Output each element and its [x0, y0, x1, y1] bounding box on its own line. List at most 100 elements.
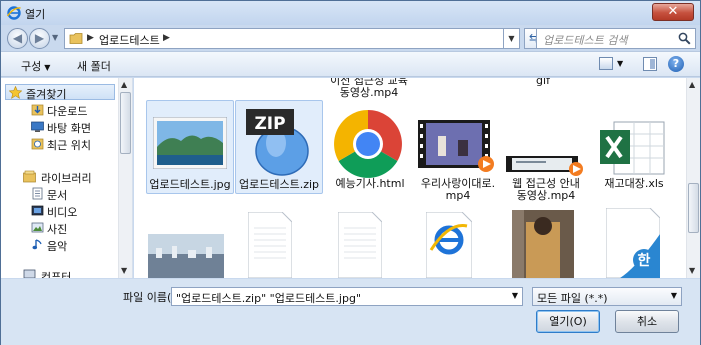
file-tile-xls[interactable]: 재고대장.xls — [590, 100, 678, 194]
chevron-down-icon: ▼ — [670, 291, 677, 300]
scrollbar-thumb[interactable] — [120, 92, 131, 154]
help-button[interactable]: ? — [668, 56, 684, 72]
sidebar-item-favorites[interactable]: 즐겨찾기 — [5, 84, 115, 101]
file-tile-html[interactable]: 예능기사.html — [326, 100, 414, 194]
file-list-view: 이전 접근성 교육 동영상.mp4 gif 업로드테스트.jpg ZIP 업로드… — [134, 78, 686, 278]
hangul-document-icon[interactable]: 한 — [606, 208, 660, 278]
svg-text:ZIP: ZIP — [254, 114, 285, 134]
file-label-partial[interactable]: gif — [498, 78, 588, 87]
star-icon — [9, 86, 22, 99]
music-note-icon — [32, 239, 42, 250]
scrollbar-thumb[interactable] — [688, 183, 699, 233]
desktop-icon — [31, 121, 44, 132]
sidebar-item-recent-places[interactable]: 최근 위치 — [1, 136, 121, 152]
view-options-dropdown[interactable]: ▼ — [617, 59, 623, 68]
documents-icon — [32, 187, 43, 200]
file-label-partial[interactable]: 이전 접근성 교육 동영상.mp4 — [314, 78, 424, 99]
filename-history-dropdown[interactable]: ▼ — [507, 287, 523, 306]
sidebar-item-music[interactable]: 음악 — [1, 237, 121, 253]
file-name: 업로드테스트.jpg — [149, 178, 231, 191]
chevron-right-icon[interactable]: ▶ — [163, 33, 170, 43]
libraries-icon — [23, 170, 36, 183]
file-tile-mp4[interactable]: 웹 접근성 안내 동영상.mp4 — [502, 100, 590, 202]
file-type-filter[interactable]: 모든 파일 (*.*) ▼ — [532, 287, 682, 306]
file-tile-jpg[interactable]: 업로드테스트.jpg — [146, 100, 234, 194]
sidebar-item-label: 라이브러리 — [41, 172, 92, 185]
cancel-button[interactable]: 취소 — [615, 310, 679, 333]
chevron-right-icon[interactable]: ▶ — [87, 33, 94, 43]
file-list-scrollbar[interactable]: ▲ ▼ — [686, 78, 700, 278]
sidebar-item-label: 문서 — [47, 189, 68, 202]
open-button[interactable]: 열기(O) — [536, 310, 600, 333]
address-bar[interactable]: ▶ 업로드테스트 ▶ — [64, 28, 504, 49]
photo-thumbnail-icon[interactable] — [512, 210, 574, 278]
video-thumbnail-icon — [506, 156, 583, 176]
scroll-up-arrow-icon[interactable]: ▲ — [689, 80, 695, 89]
sidebar-item-computer[interactable]: 컴퓨터 — [1, 268, 121, 278]
document-icon[interactable] — [338, 212, 382, 278]
file-name: 예능기사.html — [335, 177, 405, 190]
image-thumbnail-icon — [153, 117, 227, 169]
videos-icon — [31, 205, 44, 216]
zip-archive-icon: ZIP — [246, 109, 309, 176]
forward-button[interactable]: ▶ — [29, 28, 50, 49]
sidebar-item-label: 최근 위치 — [47, 139, 91, 152]
sidebar-item-label: 즐겨찾기 — [26, 88, 67, 101]
navigation-pane: 즐겨찾기 다운로드 바탕 화면 최근 위치 라이브러리 문서 비디오 사진 음악… — [1, 78, 133, 278]
file-name: 웹 접근성 안내 동영상.mp4 — [512, 177, 580, 202]
computer-icon — [23, 269, 36, 278]
sidebar-item-label: 컴퓨터 — [41, 271, 72, 278]
address-dropdown[interactable]: ▼ — [504, 28, 520, 49]
chrome-browser-icon — [334, 110, 402, 178]
search-box[interactable]: 업로드테스트 검색 — [536, 28, 696, 49]
address-row: ◀ ▶ ▼ ▶ 업로드테스트 ▶ ▼ ⇆ 업로드테스트 검색 — [1, 25, 700, 51]
scroll-up-arrow-icon[interactable]: ▲ — [121, 80, 127, 89]
change-view-button[interactable] — [599, 57, 613, 70]
recent-places-icon — [31, 138, 44, 150]
filename-input[interactable]: "업로드테스트.zip" "업로드테스트.jpg" — [171, 287, 523, 306]
sidebar-item-pictures[interactable]: 사진 — [1, 220, 121, 236]
pictures-icon — [31, 222, 44, 233]
sidebar-item-label: 비디오 — [47, 206, 78, 219]
video-thumbnail-icon — [418, 120, 494, 172]
image-thumbnail-icon[interactable] — [148, 234, 224, 278]
excel-spreadsheet-icon — [600, 121, 665, 175]
document-icon[interactable] — [248, 212, 292, 278]
sidebar-item-documents[interactable]: 문서 — [1, 186, 121, 202]
folder-icon — [69, 33, 83, 44]
organize-button[interactable]: 구성 ▼ — [21, 58, 50, 74]
close-button[interactable]: ✕ — [652, 3, 694, 21]
preview-pane-button[interactable] — [643, 57, 657, 71]
scroll-down-arrow-icon[interactable]: ▼ — [689, 266, 695, 275]
open-file-dialog: 열기 ✕ ◀ ▶ ▼ ▶ 업로드테스트 ▶ ▼ ⇆ 업로드테스트 검색 구성 ▼ … — [0, 0, 701, 345]
svg-text:한: 한 — [638, 253, 651, 269]
downloads-folder-icon — [31, 104, 44, 116]
file-name: 우리사랑이대로. mp4 — [420, 177, 496, 202]
sidebar-item-label: 사진 — [47, 223, 68, 236]
search-input[interactable]: 업로드테스트 검색 — [543, 32, 627, 48]
sidebar-item-downloads[interactable]: 다운로드 — [1, 102, 121, 118]
ie-document-icon[interactable] — [426, 212, 472, 278]
sidebar-item-label: 다운로드 — [47, 105, 88, 118]
sidebar-item-videos[interactable]: 비디오 — [1, 203, 121, 219]
navigation-scrollbar[interactable]: ▲ ▼ — [118, 78, 132, 278]
file-name: 업로드테스트.zip — [238, 178, 320, 191]
command-toolbar: 구성 ▼ 새 폴더 ▼ ? — [1, 51, 700, 77]
window-title: 열기 — [25, 8, 46, 21]
filter-value: 모든 파일 (*.*) — [537, 292, 608, 305]
dialog-footer: 파일 이름(N): "업로드테스트.zip" "업로드테스트.jpg" ▼ 모든… — [1, 279, 700, 345]
file-tile-mp4[interactable]: 우리사랑이대로. mp4 — [414, 100, 502, 202]
sidebar-item-libraries[interactable]: 라이브러리 — [1, 169, 121, 185]
sidebar-item-desktop[interactable]: 바탕 화면 — [1, 119, 121, 135]
ie-app-icon — [7, 6, 21, 20]
file-tile-zip[interactable]: ZIP 업로드테스트.zip — [235, 100, 323, 194]
back-button[interactable]: ◀ — [7, 28, 28, 49]
sidebar-item-label: 바탕 화면 — [47, 122, 91, 135]
sidebar-item-label: 음악 — [47, 240, 68, 253]
scroll-down-arrow-icon[interactable]: ▼ — [121, 266, 127, 275]
new-folder-button[interactable]: 새 폴더 — [77, 58, 111, 74]
recent-locations-dropdown[interactable]: ▼ — [52, 33, 58, 42]
breadcrumb-folder[interactable]: 업로드테스트 — [99, 32, 160, 48]
search-icon — [678, 32, 691, 45]
file-name: 재고대장.xls — [604, 177, 664, 190]
